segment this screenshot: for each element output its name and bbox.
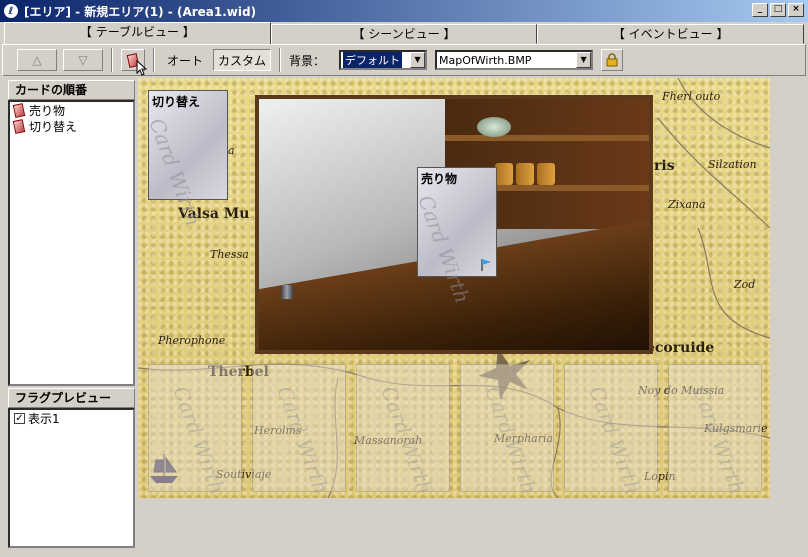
close-button[interactable]: × [788,3,804,17]
card-watermark: Card Wirth [168,383,230,498]
flag-preview-panel: フラグプレビュー ✓ 表示1 [8,388,135,548]
map-label: Zod [734,278,756,291]
hidden-card-slot[interactable]: Card Wirth [356,364,450,497]
map-label: a [228,144,235,157]
card-name: 売り物 [421,172,458,186]
toolbar: △ ▽ オート カスタム 背景： デフォルト ▼ MapOfWirth.BMP … [2,44,806,76]
lock-button[interactable] [601,49,624,71]
map-label: Pherophone [158,334,226,347]
toolbar-separator [153,48,155,72]
card-watermark: Card Wirth [413,192,475,307]
tab-scene-view[interactable]: 【 シーンビュー 】 [270,24,538,44]
checkbox-checked-icon[interactable]: ✓ [14,412,25,424]
flag-preview-title: フラグプレビュー [8,388,135,408]
tab-event-view[interactable]: 【 イベントビュー 】 [537,24,805,44]
list-item-label: 切り替え [29,119,78,134]
hidden-card-slot[interactable]: Card Wirth [668,364,762,497]
card-watermark: Card Wirth [480,383,542,498]
table-canvas[interactable]: Fherl outo Valsa Mu Thessa ris Silzation… [138,78,770,498]
hidden-card-slot[interactable]: Card Wirth [252,364,346,497]
card-watermark: Card Wirth [272,383,334,498]
card-sell[interactable]: 売り物 Card Wirth [413,167,497,306]
card-watermark: Card Wirth [584,383,646,498]
background-file-value: MapOfWirth.BMP [439,53,532,67]
custom-mode-label: カスタム [218,53,267,68]
card-icon [12,102,26,118]
background-file-select[interactable]: MapOfWirth.BMP ▼ [435,50,594,70]
list-item[interactable]: 売り物 [10,102,133,118]
custom-mode-button[interactable]: カスタム [213,49,272,71]
tab-table-view[interactable]: 【 テーブルビュー 】 [4,22,271,44]
flag-item-label: 表示1 [28,411,60,426]
triangle-up-icon: △ [32,53,42,67]
plates-stack [477,117,511,137]
shelf-plank [445,135,649,141]
card-switch[interactable]: 切り替え Card Wirth [144,90,228,229]
list-item-label: 売り物 [29,103,66,118]
hidden-card-slot[interactable]: Card Wirth [460,364,554,497]
move-up-button[interactable]: △ [17,49,57,71]
card-watermark: Card Wirth [376,383,438,498]
card-name: 切り替え [152,95,201,109]
dropdown-arrow-icon[interactable]: ▼ [410,52,426,68]
cup-object [281,285,293,299]
window-title: [エリア] - 新規エリア(1) - (Area1.wid) [24,4,257,19]
auto-mode-button[interactable]: オート [167,52,203,69]
background-select[interactable]: デフォルト ▼ [339,50,428,70]
card-icon [12,118,26,134]
map-label: ecoruide [646,340,715,356]
flag-item[interactable]: ✓ 表示1 [10,410,133,426]
card-watermark: Card Wirth [144,115,206,230]
card-watermark: Card Wirth [688,383,750,498]
view-tabs: 【 テーブルビュー 】 【 シーンビュー 】 【 イベントビュー 】 [4,22,805,44]
card-order-title: カードの順番 [8,80,135,100]
cursor-arrow-icon [136,60,148,76]
maximize-button[interactable]: □ [770,3,786,17]
toolbar-separator [279,48,282,72]
card-tool-button[interactable] [121,49,148,76]
map-label: Fherl outo [662,90,721,103]
app-icon: ℓ [4,4,18,18]
hidden-card-slot[interactable]: Card Wirth [564,364,658,497]
list-item[interactable]: 切り替え [10,118,133,134]
map-label: ris [654,158,675,174]
background-image-frame[interactable]: 売り物 Card Wirth [255,95,653,354]
map-label: Zixana [668,198,706,211]
dropdown-arrow-icon[interactable]: ▼ [576,52,592,68]
minimize-button[interactable]: _ [752,3,768,17]
map-label: Silzation [708,158,757,171]
title-bar: ℓ [エリア] - 新規エリア(1) - (Area1.wid) _ □ × [0,0,808,22]
card-order-panel: カードの順番 売り物 切り替え [8,80,135,386]
flag-preview-list[interactable]: ✓ 表示1 [8,408,135,548]
background-label: 背景： [289,53,326,68]
card-order-list[interactable]: 売り物 切り替え [8,100,135,386]
map-label: Thessa [210,248,249,261]
jars [495,163,555,185]
triangle-down-icon: ▽ [78,53,88,67]
lock-icon [606,53,618,67]
move-down-button[interactable]: ▽ [63,49,103,71]
hidden-card-slot[interactable]: Card Wirth [148,364,242,497]
flag-icon [481,259,491,271]
background-select-value: デフォルト [343,52,403,68]
toolbar-separator [111,48,113,72]
